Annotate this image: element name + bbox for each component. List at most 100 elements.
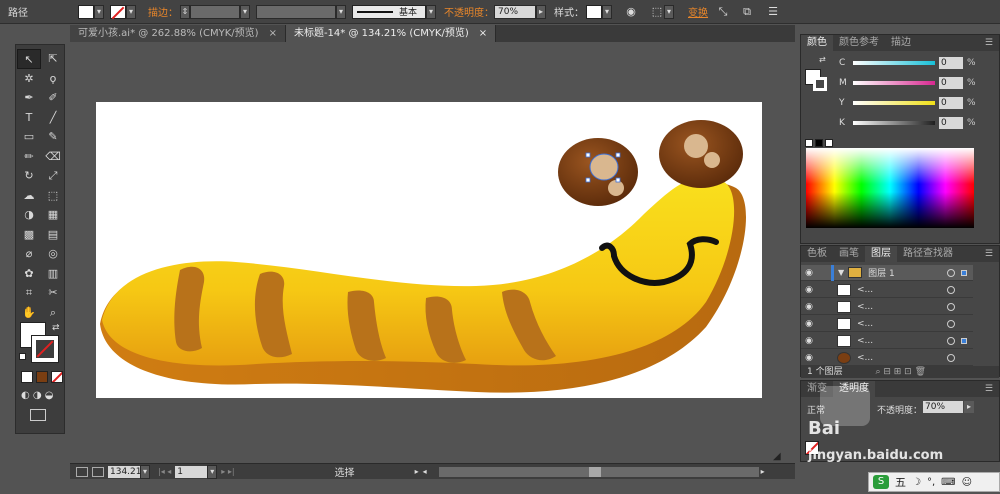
layer-row[interactable]: ◉ <... — [801, 316, 973, 332]
free-transform-tool-icon[interactable]: ⬚ — [41, 186, 65, 206]
ime-keyboard-icon[interactable]: ⌨ — [941, 477, 955, 488]
opacity-arrow-icon[interactable]: ▸ — [964, 401, 974, 413]
opacity-dropdown[interactable]: ▸ — [536, 4, 546, 19]
ime-punct-icon[interactable]: °, — [927, 477, 935, 488]
fill-dropdown[interactable]: ▾ — [94, 4, 104, 19]
layer-row-selected[interactable]: ◉ <... — [801, 333, 973, 349]
draw-mode-icon[interactable]: ◐ ◑ ◒ — [21, 390, 54, 401]
black-swatch[interactable] — [815, 139, 823, 147]
tab-document-1[interactable]: 可爱小孩.ai* @ 262.88% (CMYK/预览) × — [70, 25, 286, 42]
visibility-eye-icon[interactable]: ◉ — [801, 336, 817, 346]
eyedropper-tool-icon[interactable]: ⌀ — [17, 244, 41, 264]
stroke-dropdown[interactable]: ▾ — [126, 4, 136, 19]
blend-tool-icon[interactable]: ◎ — [41, 244, 65, 264]
layer-row[interactable]: ◉ <... — [801, 282, 973, 298]
visibility-eye-icon[interactable]: ◉ — [801, 319, 817, 329]
ime-moon-icon[interactable]: ☽ — [912, 477, 921, 488]
perspective-tool-icon[interactable]: ▦ — [41, 205, 65, 225]
layer-item-label[interactable]: <... — [857, 336, 873, 346]
layer-row[interactable]: ◉ <... — [801, 350, 973, 366]
graph-tool-icon[interactable]: ▥ — [41, 264, 65, 284]
slider-value[interactable]: 0 — [939, 97, 963, 109]
page-dropdown[interactable]: ▾ — [207, 464, 218, 479]
warp-tool-icon[interactable]: ☁ — [17, 186, 41, 206]
page-input[interactable]: 1 — [175, 465, 208, 478]
layer-item-label[interactable]: <... — [857, 302, 873, 312]
tab-stroke[interactable]: 描边 — [885, 35, 917, 51]
type-tool-icon[interactable]: T — [17, 108, 41, 128]
swap-colors-icon[interactable]: ⇄ — [819, 55, 826, 64]
tab-brushes[interactable]: 画笔 — [833, 246, 865, 262]
stroke-weight-dropdown[interactable]: ▾ — [240, 4, 250, 19]
lasso-tool-icon[interactable]: ϙ — [41, 69, 65, 89]
stroke-weight-input[interactable] — [190, 4, 240, 19]
swap-colors-icon[interactable]: ⇄ — [52, 323, 60, 333]
artboard-tool-icon[interactable]: ⌗ — [17, 283, 41, 303]
slider-track[interactable] — [853, 61, 935, 65]
stroke-swatch[interactable] — [110, 4, 126, 19]
recolor-icon[interactable]: ◉ — [624, 5, 638, 19]
brush-dropdown[interactable]: ▾ — [426, 4, 436, 19]
target-icon[interactable] — [947, 268, 955, 277]
none-swatch[interactable] — [805, 139, 813, 147]
ime-mode-label[interactable]: 五 — [895, 474, 906, 490]
status-arrow-icon[interactable]: ▸ — [415, 467, 419, 476]
align-to-icon[interactable]: ⬚ — [650, 5, 664, 19]
transform-link[interactable]: 变换 — [688, 4, 708, 19]
layer-actions-icons[interactable]: ⌕ ⊟ ⊞ ⊡ 🗑 — [875, 367, 926, 377]
target-icon[interactable] — [947, 353, 955, 362]
layer-item-label[interactable]: <... — [857, 319, 873, 329]
color-mode-icon[interactable] — [21, 371, 33, 383]
gradient-tool-icon[interactable]: ▤ — [41, 225, 65, 245]
magic-wand-tool-icon[interactable]: ✲ — [17, 69, 41, 89]
pen-tool-icon[interactable]: ✒ — [17, 88, 41, 108]
slider-value[interactable]: 0 — [939, 77, 963, 89]
default-colors-icon[interactable] — [19, 353, 26, 360]
graphic-style-dropdown[interactable]: ▾ — [602, 4, 612, 19]
pencil-tool-icon[interactable]: ✏ — [17, 147, 41, 167]
first-page-icon[interactable]: |◂ ◂ — [158, 467, 171, 476]
graphic-style-swatch[interactable] — [586, 4, 602, 19]
none-mode-icon[interactable] — [51, 371, 63, 383]
variable-width-profile[interactable] — [256, 4, 336, 19]
scroll-thumb[interactable] — [588, 466, 601, 477]
zoom-input[interactable]: 134.21 — [108, 465, 142, 478]
layer-name[interactable]: 图层 1 — [868, 266, 895, 279]
target-icon[interactable] — [947, 302, 955, 311]
slider-track[interactable] — [853, 81, 935, 85]
rectangle-tool-icon[interactable]: ▭ — [17, 127, 41, 147]
slider-cyan[interactable]: C 0 % — [839, 55, 976, 71]
close-icon[interactable]: × — [269, 25, 277, 42]
tab-color[interactable]: 颜色 — [801, 35, 833, 51]
expand-arrow-icon[interactable]: ▼ — [838, 268, 844, 277]
profile-dropdown[interactable]: ▾ — [336, 4, 346, 19]
stroke-color-box[interactable] — [31, 335, 59, 363]
artboard-nav-icon[interactable] — [76, 466, 88, 477]
visibility-eye-icon[interactable]: ◉ — [801, 285, 817, 295]
horizontal-scrollbar[interactable] — [438, 466, 759, 477]
resize-grip-icon[interactable]: ◢ — [773, 451, 785, 463]
zoom-tool-icon[interactable]: ⌕ — [41, 303, 65, 323]
transparency-opacity-input[interactable]: 70% — [923, 401, 963, 413]
selection-indicator[interactable] — [961, 269, 967, 276]
visibility-eye-icon[interactable]: ◉ — [801, 302, 817, 312]
artboard[interactable] — [96, 102, 762, 398]
opacity-input[interactable]: 70% — [494, 4, 536, 19]
panel-menu-icon[interactable]: ☰ — [985, 246, 999, 262]
white-swatch[interactable] — [825, 139, 833, 147]
slider-value[interactable]: 0 — [939, 117, 963, 129]
symbol-sprayer-tool-icon[interactable]: ✿ — [17, 264, 41, 284]
share-icon[interactable] — [92, 466, 104, 477]
tab-layers[interactable]: 图层 — [865, 246, 897, 262]
panel-menu-icon[interactable]: ☰ — [985, 35, 999, 51]
mesh-tool-icon[interactable]: ▩ — [17, 225, 41, 245]
slider-value[interactable]: 0 — [939, 57, 963, 69]
target-icon[interactable] — [947, 336, 955, 345]
close-icon[interactable]: × — [479, 25, 487, 42]
paintbrush-tool-icon[interactable]: ✎ — [41, 127, 65, 147]
stroke-label[interactable]: 描边： — [148, 4, 178, 19]
scroll-right-icon[interactable]: ▸ — [761, 467, 765, 476]
direct-selection-tool-icon[interactable]: ⇱ — [41, 49, 65, 69]
layer-item-label[interactable]: <... — [857, 353, 873, 363]
brush-definition[interactable]: 基本 — [352, 4, 426, 19]
